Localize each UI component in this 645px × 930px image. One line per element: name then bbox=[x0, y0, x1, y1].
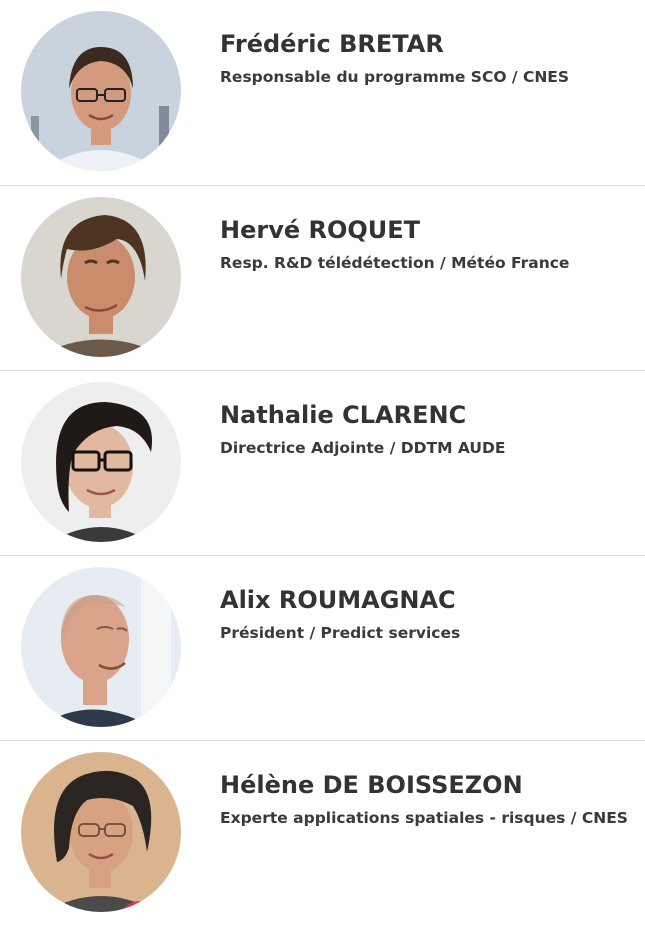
avatar bbox=[21, 197, 181, 357]
speaker-role: Responsable du programme SCO / CNES bbox=[220, 68, 570, 86]
speaker-role: Resp. R&D télédétection / Météo France bbox=[220, 254, 570, 272]
speaker-info: Hélène DE BOISSEZON Experte applications… bbox=[220, 769, 640, 829]
portrait-photo bbox=[21, 752, 181, 912]
speaker-role: Experte applications spatiales - risques… bbox=[220, 809, 628, 827]
speaker-card: Nathalie CLARENC Directrice Adjointe / D… bbox=[0, 370, 645, 555]
speaker-card: Hervé ROQUET Resp. R&D télédétection / M… bbox=[0, 185, 645, 370]
speaker-info: Nathalie CLARENC Directrice Adjointe / D… bbox=[220, 399, 640, 459]
speaker-info: Alix ROUMAGNAC Président / Predict servi… bbox=[220, 584, 640, 644]
speaker-name: Frédéric BRETAR bbox=[220, 30, 444, 58]
speaker-role: Président / Predict services bbox=[220, 624, 461, 642]
avatar bbox=[21, 752, 181, 912]
avatar bbox=[21, 11, 181, 171]
portrait-photo bbox=[21, 11, 181, 171]
speaker-name: Alix ROUMAGNAC bbox=[220, 586, 456, 614]
portrait-photo bbox=[21, 197, 181, 357]
speaker-info: Hervé ROQUET Resp. R&D télédétection / M… bbox=[220, 214, 640, 274]
avatar bbox=[21, 382, 181, 542]
speaker-card: Alix ROUMAGNAC Président / Predict servi… bbox=[0, 555, 645, 740]
portrait-photo bbox=[21, 567, 181, 727]
speaker-name: Hélène DE BOISSEZON bbox=[220, 771, 523, 799]
speaker-name: Nathalie CLARENC bbox=[220, 401, 467, 429]
speaker-card: Hélène DE BOISSEZON Experte applications… bbox=[0, 740, 645, 925]
speaker-name: Hervé ROQUET bbox=[220, 216, 421, 244]
speaker-role: Directrice Adjointe / DDTM AUDE bbox=[220, 439, 506, 457]
speaker-info: Frédéric BRETAR Responsable du programme… bbox=[220, 28, 640, 88]
speaker-card: Frédéric BRETAR Responsable du programme… bbox=[0, 0, 645, 185]
portrait-photo bbox=[21, 382, 181, 542]
speaker-list: Frédéric BRETAR Responsable du programme… bbox=[0, 0, 645, 925]
avatar bbox=[21, 567, 181, 727]
